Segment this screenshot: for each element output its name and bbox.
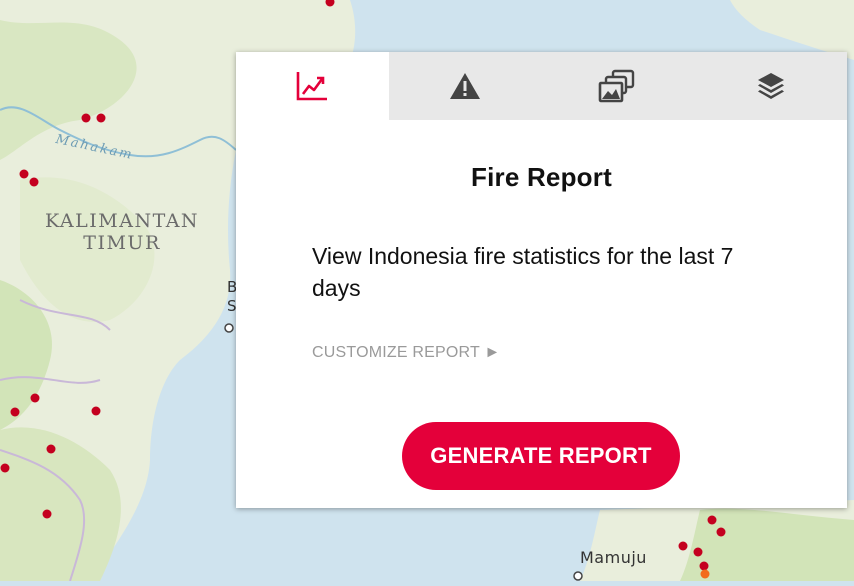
fire-dot	[30, 393, 40, 403]
layers-icon	[757, 73, 784, 99]
fire-dot	[81, 113, 91, 123]
city-marker	[573, 571, 583, 581]
fire-dot	[46, 444, 56, 454]
fire-dot	[700, 569, 710, 579]
tab-imagery[interactable]	[542, 52, 695, 120]
city-label: Mamuju	[580, 548, 647, 567]
tab-alerts[interactable]	[389, 52, 542, 120]
line-chart-icon	[297, 72, 328, 101]
fire-dot	[91, 406, 101, 416]
fire-dot	[707, 515, 717, 525]
fire-dot	[0, 463, 10, 473]
tab-analysis[interactable]	[236, 52, 389, 120]
generate-report-button[interactable]: GENERATE REPORT	[402, 422, 680, 490]
fire-dot	[693, 547, 703, 557]
fire-dot	[678, 541, 688, 551]
fire-dot	[19, 169, 29, 179]
region-label: KALIMANTAN TIMUR	[45, 210, 200, 254]
fire-dot	[42, 509, 52, 519]
fire-dot	[699, 561, 709, 571]
panel-tabs	[236, 52, 847, 120]
tab-layers[interactable]	[694, 52, 847, 120]
fire-dot	[96, 113, 106, 123]
panel-title: Fire Report	[471, 162, 612, 192]
image-stack-icon	[598, 69, 635, 103]
fire-dot	[716, 527, 726, 537]
customize-report-link[interactable]: CUSTOMIZE REPORT ►	[312, 344, 847, 362]
city-marker	[224, 323, 234, 333]
panel-content: Fire Report View Indonesia fire statisti…	[236, 162, 847, 362]
fire-dot	[10, 407, 20, 417]
panel-description: View Indonesia fire statistics for the l…	[312, 243, 734, 301]
fire-report-panel: Fire Report View Indonesia fire statisti…	[236, 52, 847, 508]
fire-dot	[29, 177, 39, 187]
warning-triangle-icon	[450, 73, 481, 99]
